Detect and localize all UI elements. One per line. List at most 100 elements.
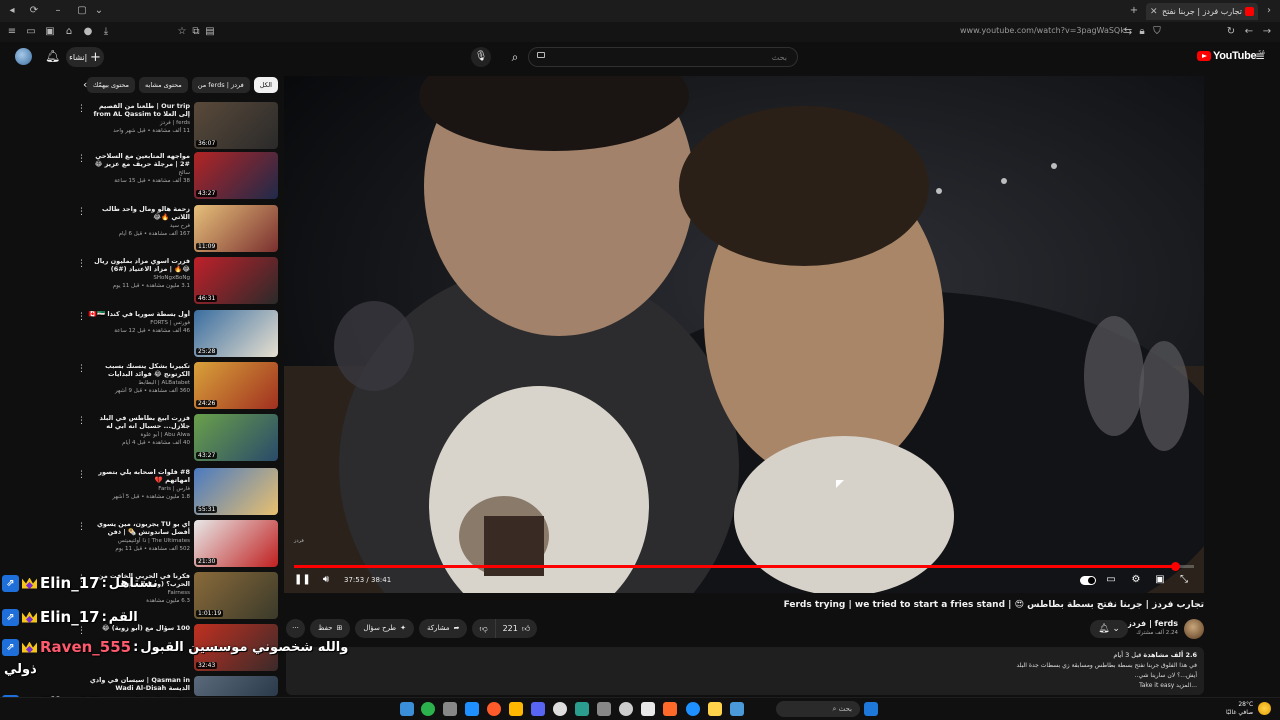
firefox-icon[interactable] (663, 702, 677, 716)
description-more[interactable]: ...المزيد Take it easy (1139, 682, 1197, 689)
minimize-tab-icon[interactable]: – (51, 4, 65, 18)
recommendation-card[interactable]: 36:07 Our trip | طلعنا من القصيم إلى العل… (74, 102, 278, 150)
video-thumbnail[interactable]: 43:27 (194, 414, 278, 461)
profile-icon[interactable]: ● (81, 25, 95, 39)
recommendation-title[interactable]: فزرت ابيع بطاطس في البلد جلازل... حسبال … (86, 414, 190, 430)
recommendation-title[interactable]: فزرت اسوي مزاد بمليون ريال 😂🔥 | مزاد الا… (86, 257, 190, 273)
more-options-icon[interactable]: ⋮ (77, 364, 86, 374)
windows-start-icon[interactable] (864, 702, 878, 716)
edge-icon[interactable] (465, 702, 479, 716)
chrome-icon[interactable] (575, 702, 589, 716)
recommendation-card[interactable]: 43:27 فزرت ابيع بطاطس في البلد جلازل... ح… (74, 414, 278, 462)
steam-icon[interactable] (686, 702, 700, 716)
reader-icon[interactable]: ▤ (203, 25, 217, 39)
sidebar-icon[interactable]: ▭ (24, 25, 38, 39)
video-player[interactable]: فردز ❚❚ 🔊︎ 37:53 / 38:41 ▭ ⚙ ▣ ⤡ (284, 76, 1204, 593)
channel-avatar[interactable] (1184, 619, 1204, 639)
create-button[interactable]: إنشاء + (66, 47, 104, 67)
settings-gear-icon[interactable]: ⚙ (1129, 572, 1143, 588)
active-tab[interactable]: تجارب فردز | جربنا نفتح بسطة... ✕ (1146, 3, 1258, 20)
forward-icon[interactable]: → (1260, 25, 1274, 39)
exit-fullscreen-icon[interactable]: ⤡ (1177, 572, 1191, 588)
description-box[interactable]: 2.6 ألف مشاهدة قبل 3 أيام في هذا الفلوق … (286, 647, 1204, 695)
weather-sun-icon[interactable] (1258, 702, 1271, 715)
back-icon[interactable]: ← (1242, 25, 1256, 39)
chip-all[interactable]: الكل (253, 76, 278, 93)
video-thumbnail[interactable]: 11:09 (194, 205, 278, 252)
recommendation-title[interactable]: #8 فلوات اصحابه يلي بتصور امهاتهم 💔 (86, 468, 190, 484)
chip-from-channel[interactable]: من ferds | فردز (191, 76, 250, 93)
vlc-icon[interactable] (509, 702, 523, 716)
tab-window-icon[interactable]: ▢ (75, 4, 89, 18)
chip-similar[interactable]: محتوى مشابه (139, 76, 188, 93)
video-thumbnail[interactable]: 43:27 (194, 152, 278, 199)
ask-button[interactable]: طرح سؤال ✦ (355, 619, 414, 638)
github-icon[interactable] (553, 702, 567, 716)
recommendation-title[interactable]: أول بسطة سوريا في كندا 🇨🇦🇸🇾 (86, 310, 190, 318)
like-button[interactable]: 221 👍︎ (494, 619, 538, 638)
share-url-icon[interactable]: ⇆ (1121, 25, 1135, 39)
video-thumbnail[interactable]: 21:30 (194, 520, 278, 567)
terminal-icon[interactable] (619, 702, 633, 716)
video-thumbnail[interactable]: 55:31 (194, 468, 278, 515)
autoplay-toggle[interactable] (1080, 576, 1096, 585)
recommendation-card[interactable]: 55:31 #8 فلوات اصحابه يلي بتصور امهاتهم 💔… (74, 468, 278, 516)
refresh-icon[interactable]: ↻ (1224, 25, 1238, 39)
recommendation-card[interactable]: 25:28 أول بسطة سوريا في كندا 🇨🇦🇸🇾 فورتس | … (74, 310, 278, 358)
voice-search-mic-icon[interactable]: 🎙︎ (471, 47, 491, 67)
recommendation-card[interactable]: 46:31 فزرت اسوي مزاد بمليون ريال 😂🔥 | مزا… (74, 257, 278, 305)
recommendation-title[interactable]: زحمة هالو ومال واحد طالب اللاتي 🔥😂 (86, 205, 190, 221)
chevron-down-icon[interactable]: ⌄ (92, 4, 106, 18)
settings-app-icon[interactable] (400, 702, 414, 716)
subtitles-icon[interactable]: ▭ (1104, 572, 1118, 588)
photos-icon[interactable] (597, 702, 611, 716)
folder-icon[interactable] (708, 702, 722, 716)
more-options-icon[interactable]: ⋮ (77, 312, 86, 322)
more-options-icon[interactable]: ⋮ (77, 154, 86, 164)
notifications-bell-icon[interactable]: 🔔︎ (45, 49, 60, 63)
recommendation-card[interactable]: 43:27 مواجهه المتابعين مع السلاحي #2 | مر… (74, 152, 278, 200)
close-tab-icon[interactable]: ✕ (1150, 7, 1158, 17)
recommendation-title[interactable]: Our trip | طلعنا من القصيم إلى العلا fro… (86, 102, 190, 118)
search-icon[interactable]: ⌕ (505, 47, 525, 67)
extension-icon[interactable]: ▣ (43, 25, 57, 39)
recommendation-title[interactable]: اي بو TU يجربون، مين يسوي أفضل ساندوتش 🌯… (86, 520, 190, 536)
reload-icon[interactable]: ⟳ (27, 4, 41, 18)
home-icon[interactable]: ⌂ (62, 25, 76, 39)
explorer-icon[interactable] (641, 702, 655, 716)
obs-icon[interactable] (443, 702, 457, 716)
download-icon[interactable]: ⤓ (99, 25, 113, 39)
lock-icon[interactable]: 🔒︎ (1135, 25, 1149, 39)
bookmark-star-icon[interactable]: ☆ (175, 25, 189, 39)
subscribed-bell-button[interactable]: 🔔︎ ⌄ (1090, 620, 1128, 638)
video-thumbnail[interactable]: 46:31 (194, 257, 278, 304)
more-options-icon[interactable]: ⋮ (77, 259, 86, 269)
more-options-icon[interactable]: ⋮ (77, 522, 86, 532)
miniplayer-icon[interactable]: ▣ (1153, 572, 1167, 588)
share-button[interactable]: مشاركة ➦ (418, 619, 468, 638)
dislike-button[interactable]: 👎︎ (472, 619, 494, 638)
more-options-icon[interactable]: ⋮ (77, 416, 86, 426)
taskbar-search[interactable]: بحث ⌕ (776, 701, 860, 717)
more-options-icon[interactable]: ⋮ (77, 207, 86, 217)
more-options-icon[interactable]: ⋮ (77, 104, 86, 114)
search-box[interactable] (528, 47, 798, 67)
recommendation-card[interactable]: 24:26 تكبيرنا بشكل ينسنك بسبب الكرتونج 😂 … (74, 362, 278, 410)
keyboard-icon[interactable] (537, 52, 545, 58)
recommendation-card[interactable]: 11:09 زحمة هالو ومال واحد طالب اللاتي 🔥😂 ف… (74, 205, 278, 253)
video-thumbnail[interactable]: 24:26 (194, 362, 278, 409)
channel-name[interactable]: ferds | فردز (1127, 619, 1178, 628)
discord-icon[interactable] (531, 702, 545, 716)
xbox-icon[interactable] (421, 702, 435, 716)
progress-bar[interactable] (294, 562, 1194, 571)
store-icon[interactable] (730, 702, 744, 716)
recommendation-card[interactable]: 21:30 اي بو TU يجربون، مين يسوي أفضل ساند… (74, 520, 278, 568)
url-text[interactable]: www.youtube.com/watch?v=3pagWaSQkg (960, 26, 1125, 35)
search-input[interactable] (529, 48, 797, 66)
recommendation-title[interactable]: مواجهه المتابعين مع السلاحي #2 | مرجلة ح… (86, 152, 190, 168)
back-history-icon[interactable]: ◂ (5, 4, 19, 18)
guide-menu-icon[interactable]: ≡ (1255, 50, 1267, 62)
more-options-icon[interactable]: ⋮ (77, 470, 86, 480)
account-avatar[interactable] (15, 48, 32, 65)
screenshot-icon[interactable]: ⧉ (189, 25, 203, 39)
